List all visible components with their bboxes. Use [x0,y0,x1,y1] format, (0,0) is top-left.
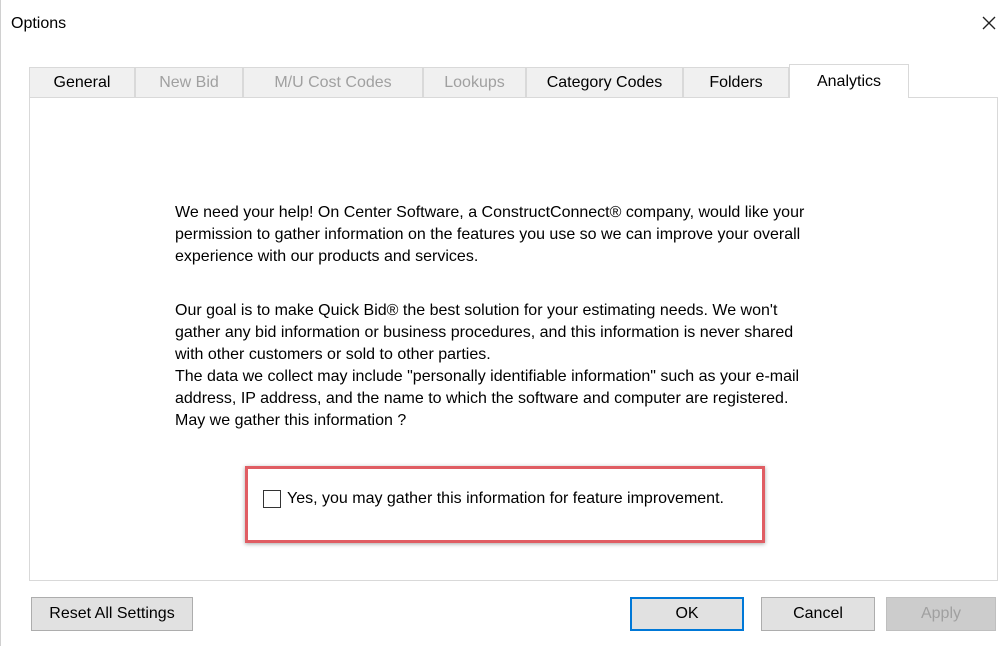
tab-new-bid[interactable]: New Bid [135,67,243,97]
tab-lookups[interactable]: Lookups [423,67,526,97]
analytics-privacy-text: Our goal is to make Quick Bid® the best … [175,302,800,429]
tab-category-codes[interactable]: Category Codes [526,67,683,97]
ok-button[interactable]: OK [630,597,744,631]
apply-button[interactable]: Apply [886,597,996,631]
close-button[interactable] [974,8,1004,38]
options-dialog: Options General New Bid M/U Cost Codes L… [0,0,1004,646]
analytics-panel: We need your help! On Center Software, a… [29,97,998,581]
tab-folders[interactable]: Folders [683,67,789,97]
tab-general[interactable]: General [29,67,135,97]
close-icon [982,16,996,30]
tab-mu-cost-codes[interactable]: M/U Cost Codes [243,67,423,97]
tab-analytics[interactable]: Analytics [789,64,909,98]
window-title: Options [11,15,67,32]
analytics-intro-text: We need your help! On Center Software, a… [175,204,805,265]
consent-label[interactable]: Yes, you may gather this information for… [287,490,724,508]
reset-all-settings-button[interactable]: Reset All Settings [31,597,193,631]
consent-checkbox-row[interactable]: Yes, you may gather this information for… [263,490,724,508]
consent-checkbox[interactable] [263,490,281,508]
cancel-button[interactable]: Cancel [761,597,875,631]
